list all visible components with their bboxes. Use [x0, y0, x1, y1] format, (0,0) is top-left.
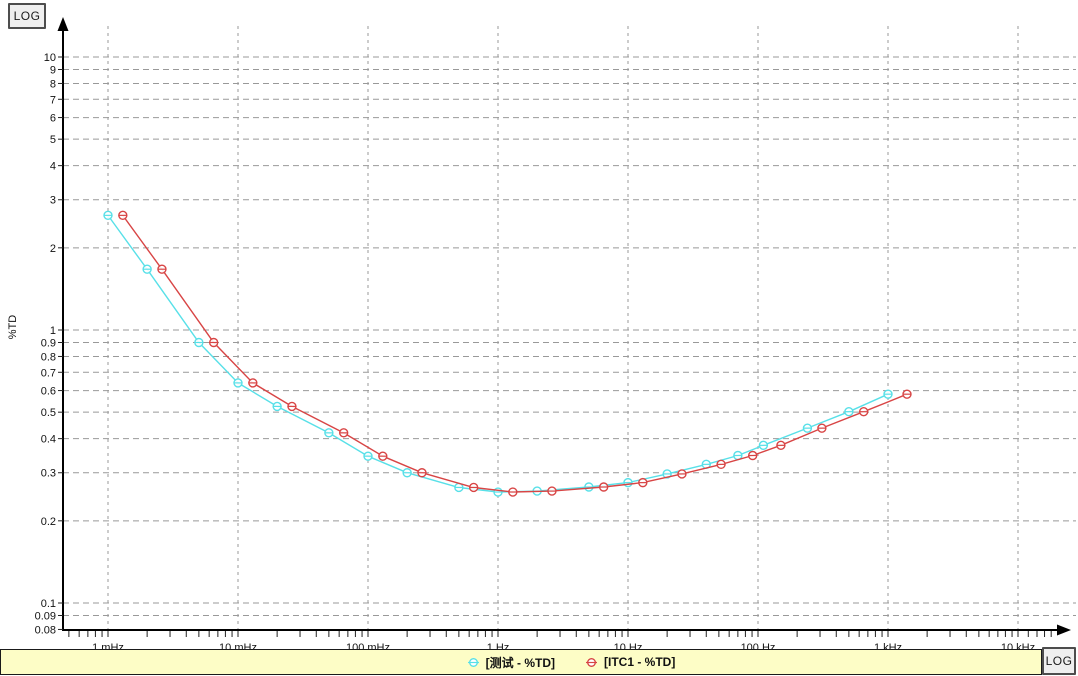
test-series-marker-icon: [467, 657, 480, 668]
axes-layer: [58, 17, 1072, 637]
grid-layer: [63, 26, 1076, 630]
legend-label-test: [测试 - %TD]: [486, 654, 555, 671]
svg-text:0.4: 0.4: [41, 434, 56, 446]
svg-text:5: 5: [50, 134, 56, 146]
axis-labels-layer: 1 mHz10 mHz100 mHz1 Hz10 Hz100 Hz1 kHz10…: [7, 52, 1035, 654]
y-axis-log-toggle-button[interactable]: LOG: [8, 3, 46, 29]
svg-text:%TD: %TD: [7, 315, 19, 340]
svg-text:0.08: 0.08: [35, 624, 56, 636]
svg-text:0.6: 0.6: [41, 386, 56, 398]
svg-text:0.3: 0.3: [41, 468, 56, 480]
svg-text:1: 1: [50, 325, 56, 337]
svg-text:3: 3: [50, 195, 56, 207]
svg-text:10: 10: [44, 52, 56, 64]
svg-text:0.9: 0.9: [41, 337, 56, 349]
svg-text:9: 9: [50, 64, 56, 76]
svg-text:0.09: 0.09: [35, 610, 56, 622]
x-axis-log-toggle-button[interactable]: LOG: [1042, 647, 1076, 675]
svg-text:6: 6: [50, 113, 56, 125]
svg-text:0.2: 0.2: [41, 516, 56, 528]
svg-text:0.5: 0.5: [41, 407, 56, 419]
svg-text:2: 2: [50, 243, 56, 255]
legend-item-test-series: [测试 - %TD]: [467, 654, 555, 671]
frequency-response-chart: 1 mHz10 mHz100 mHz1 Hz10 Hz100 Hz1 kHz10…: [0, 0, 1078, 676]
svg-text:7: 7: [50, 94, 56, 106]
svg-text:0.8: 0.8: [41, 351, 56, 363]
legend-item-itc1-series: [ITC1 - %TD]: [585, 655, 675, 669]
itc1-series-marker-icon: [585, 657, 598, 668]
legend-bar: [测试 - %TD] [ITC1 - %TD]: [0, 649, 1042, 675]
svg-text:0.7: 0.7: [41, 367, 56, 379]
svg-text:0.1: 0.1: [41, 598, 56, 610]
legend-label-itc1: [ITC1 - %TD]: [604, 655, 675, 669]
svg-text:8: 8: [50, 78, 56, 90]
svg-text:4: 4: [50, 161, 56, 173]
